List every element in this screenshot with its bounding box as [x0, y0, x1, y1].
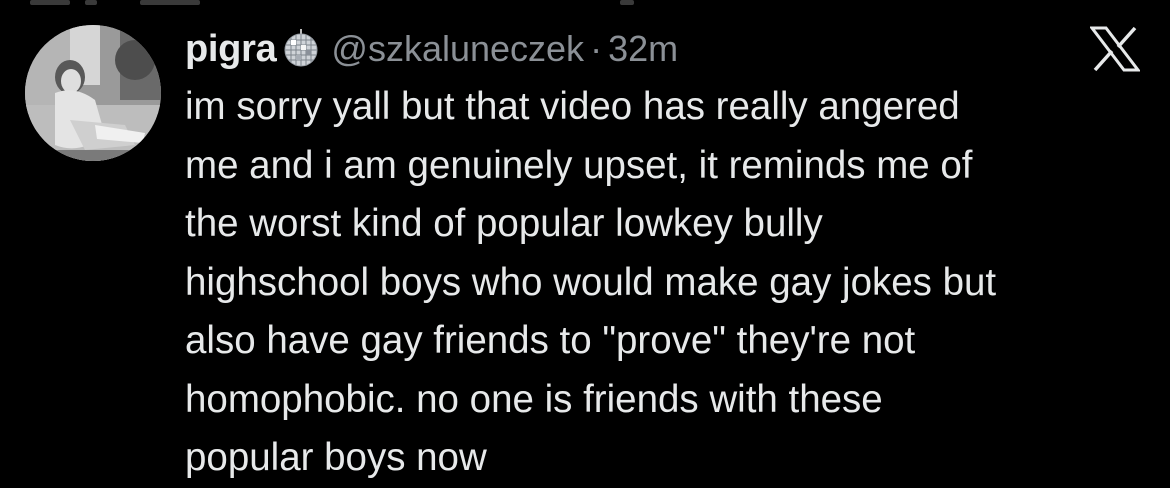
tweet-text-line: im sorry yall but that video has really …	[185, 85, 960, 128]
separator-dot: ·	[590, 28, 603, 69]
tweet-text-line: popular boys now	[185, 436, 487, 479]
tweet-text: im sorry yall but that video has really …	[185, 78, 1145, 488]
tweet-text-line: highschool boys who would make gay jokes…	[185, 260, 997, 304]
tweet-text-line: the worst kind of popular lowkey bully	[185, 202, 823, 245]
tweet-text-line: me and i am genuinely upset, it reminds …	[185, 143, 973, 187]
tweet[interactable]: pigra @szkaluneczek · 32m im sorry yall …	[0, 0, 1170, 486]
display-name[interactable]: pigra	[185, 28, 277, 71]
avatar-photo	[25, 25, 161, 161]
x-logo-icon	[1088, 26, 1142, 72]
user-handle[interactable]: @szkaluneczek	[331, 28, 584, 70]
tweet-text-line: homophobic. no one is friends with these	[185, 377, 883, 421]
disco-ball-icon	[281, 29, 321, 69]
tweet-text-line: also have gay friends to "prove" they're…	[185, 319, 916, 362]
timestamp[interactable]: 32m	[608, 28, 678, 70]
tweet-header: pigra @szkaluneczek · 32m	[185, 24, 678, 74]
avatar[interactable]	[25, 25, 161, 161]
